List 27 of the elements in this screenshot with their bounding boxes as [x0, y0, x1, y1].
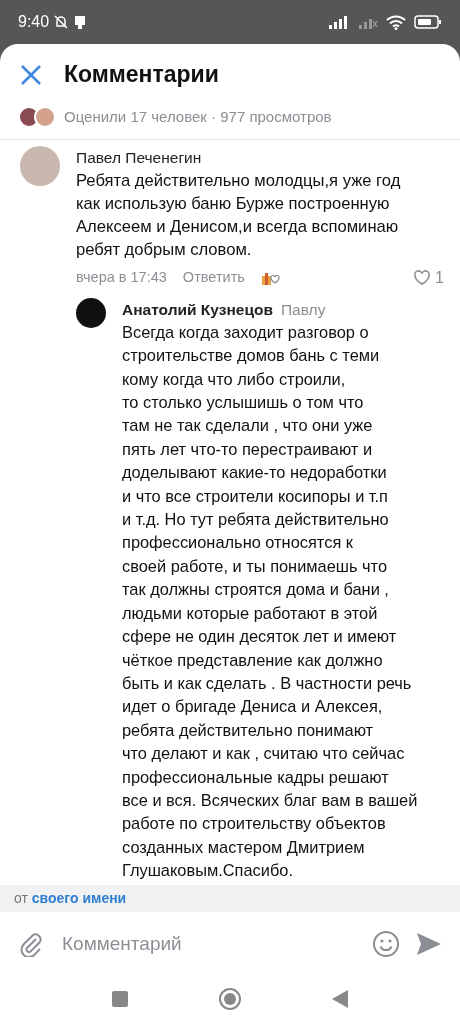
avatar	[20, 145, 60, 186]
stats-text: Оценили 17 человек · 977 просмотров	[64, 107, 332, 127]
attach-button[interactable]	[18, 931, 44, 957]
battery-icon	[414, 15, 442, 29]
status-time: 9:40	[18, 12, 50, 32]
author-name: Анатолий Кузнецов	[122, 299, 273, 320]
reply-to: Павлу	[280, 299, 326, 320]
heart-icon	[413, 269, 432, 287]
page-title: Комментарии	[64, 61, 219, 89]
reply-link[interactable]: Ответить	[182, 266, 245, 289]
back-button[interactable]	[332, 990, 348, 1008]
posting-as-text: от своего имени	[14, 889, 128, 908]
send-button[interactable]	[416, 932, 442, 956]
avatar	[76, 297, 106, 328]
author-name: Павел Печенегин	[76, 147, 203, 168]
close-button[interactable]	[20, 64, 42, 86]
emoji-button[interactable]	[372, 930, 400, 958]
comment-time: вчера в 17:43	[76, 267, 167, 287]
comment-text: Ребята действительно молодцы,я уже год как использую баню Бурже построенную Алексеем и Денисом,и всегда вспоминаю ребят добрым словом.	[76, 169, 402, 262]
comment-text: Всегда когда заходит разговор о строительстве домов бань с теми кому когда что либо строили, то столько услышишь о том что там не так сделали , что они уже пять лет что-то перестраивают и доделывают какие-то недоработки и что все строители косипоры и т.п и т.д. Но тут ребята действительно профессионально относятся к своей работе, и ты понимаешь что так должны строятся дома и бани , людьми которые работают в этой сфере не один десяток лет и имеют чёткое представление как должно быть и как сделать . В частности речь идет о бригаде Дениса и Алексея, ребята действительно понимают что делают и как , считаю что сейчас профессиональные кадры решают все и вся. Всяческих благ вам в вашей работе по строительству объектов созданных мастером Дмитрием Глушаковым.Спасибо.	[122, 321, 419, 882]
author-link[interactable]: своего имени	[31, 890, 127, 906]
muted-bell-icon	[53, 14, 70, 30]
like-button[interactable]: 1	[413, 265, 444, 290]
wifi-icon	[386, 14, 406, 30]
home-button[interactable]	[218, 987, 242, 1011]
signal-icon	[328, 15, 350, 29]
notification-icon	[73, 14, 88, 30]
